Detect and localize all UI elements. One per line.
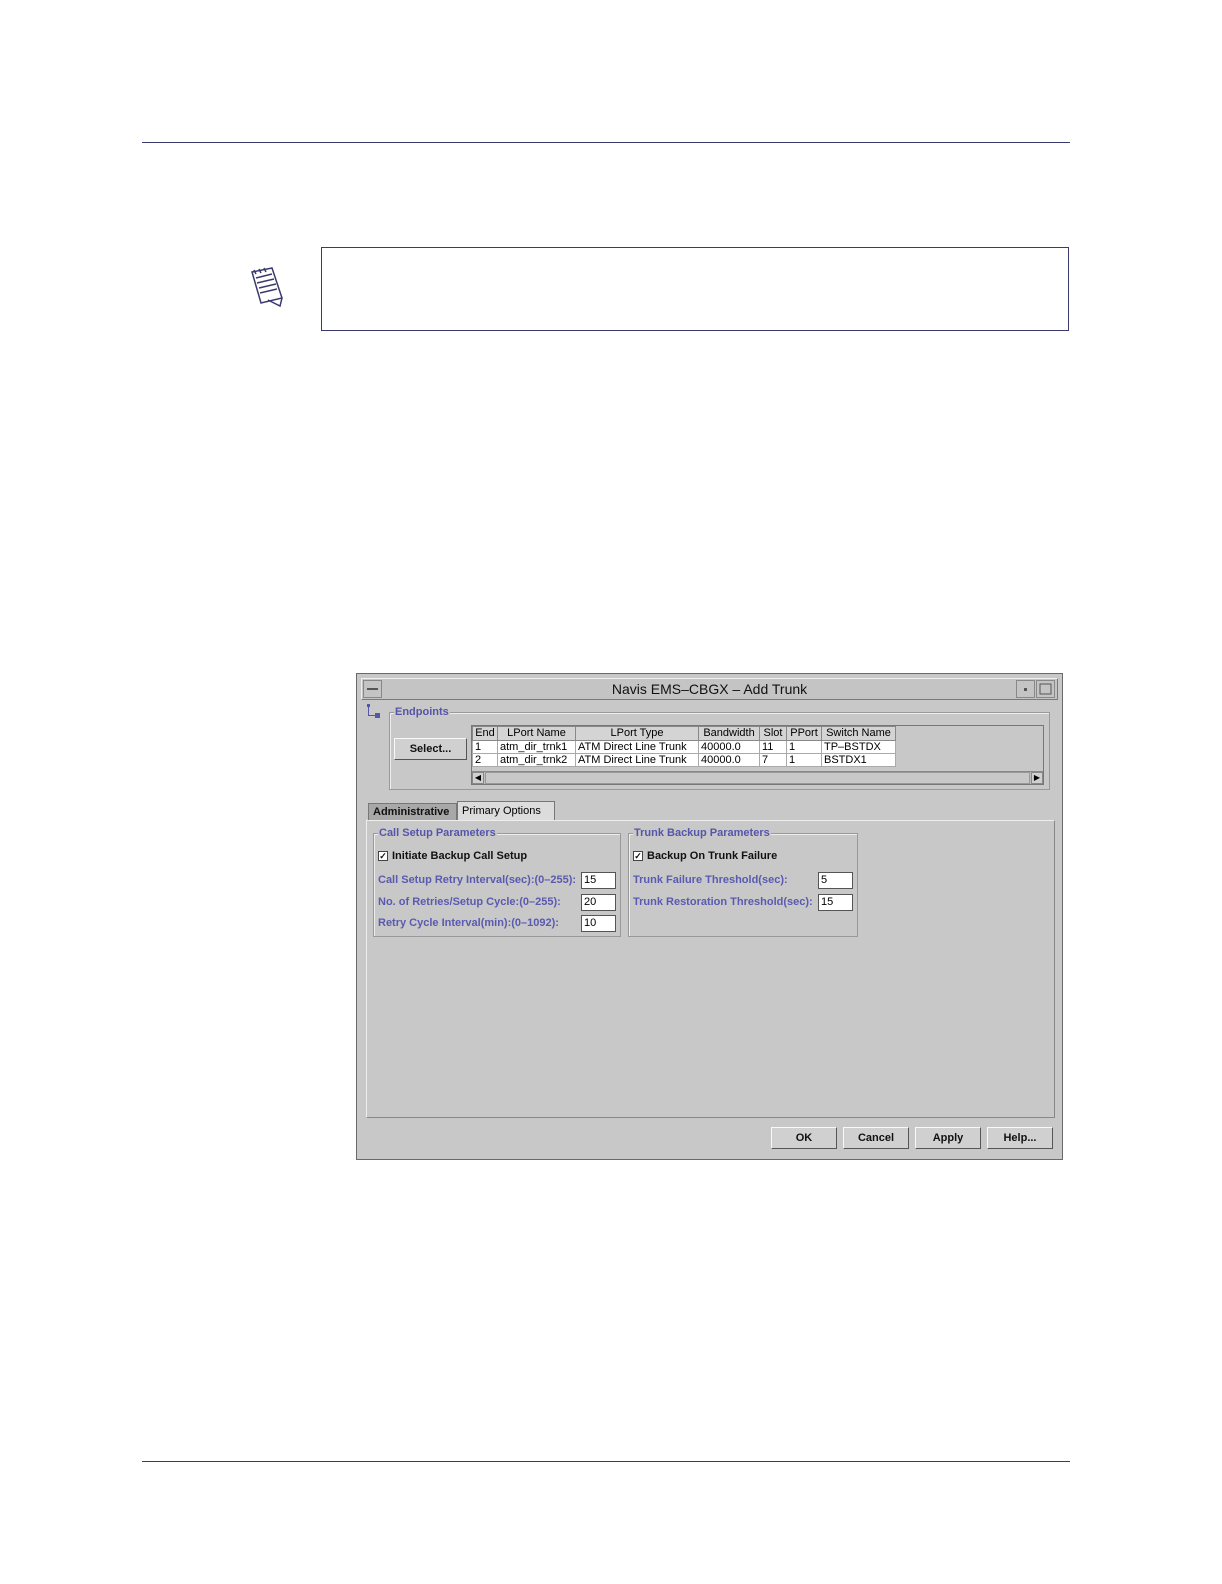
cell-switch-name: TP–BSTDX xyxy=(821,740,896,754)
maximize-button[interactable] xyxy=(1036,680,1055,698)
column-header-slot[interactable]: Slot xyxy=(759,726,787,741)
tree-icon xyxy=(366,704,382,720)
checkbox-checked-icon[interactable]: ✓ xyxy=(633,851,643,861)
note-box xyxy=(321,247,1069,331)
title-bar[interactable]: Navis EMS–CBGX – Add Trunk xyxy=(361,678,1058,700)
trunk-failure-threshold-label: Trunk Failure Threshold(sec): xyxy=(633,874,788,886)
tab-administrative[interactable]: Administrative xyxy=(368,803,457,820)
backup-on-trunk-failure-checkbox[interactable]: ✓ Backup On Trunk Failure xyxy=(633,850,777,862)
initiate-backup-call-setup-checkbox[interactable]: ✓ Initiate Backup Call Setup xyxy=(378,850,527,862)
endpoints-title: Endpoints xyxy=(394,705,450,719)
column-header-lport-name[interactable]: LPort Name xyxy=(497,726,576,741)
cell-lport-name: atm_dir_trnk2 xyxy=(497,753,576,767)
table-row[interactable]: 2 atm_dir_trnk2 ATM Direct Line Trunk 40… xyxy=(472,753,896,767)
cell-lport-type: ATM Direct Line Trunk xyxy=(575,740,699,754)
call-setup-parameters-group: Call Setup Parameters ✓ Initiate Backup … xyxy=(373,826,621,937)
checkbox-checked-icon[interactable]: ✓ xyxy=(378,851,388,861)
trunk-restoration-threshold-input[interactable]: 15 xyxy=(818,894,853,911)
select-button[interactable]: Select... xyxy=(394,738,467,760)
add-trunk-dialog: Navis EMS–CBGX – Add Trunk Endpoints Sel… xyxy=(356,673,1063,1160)
retries-per-cycle-label: No. of Retries/Setup Cycle:(0–255): xyxy=(378,896,561,908)
cell-switch-name: BSTDX1 xyxy=(821,753,896,767)
initiate-backup-label: Initiate Backup Call Setup xyxy=(392,850,528,862)
header-rule xyxy=(142,142,1070,143)
column-header-switch-name[interactable]: Switch Name xyxy=(821,726,896,741)
horizontal-scrollbar[interactable]: ◀ ▶ xyxy=(472,771,1043,784)
help-button[interactable]: Help... xyxy=(987,1127,1053,1149)
cancel-button[interactable]: Cancel xyxy=(843,1127,909,1149)
call-setup-title: Call Setup Parameters xyxy=(378,826,497,840)
scroll-left-icon[interactable]: ◀ xyxy=(472,772,484,784)
cell-bandwidth: 40000.0 xyxy=(698,753,760,767)
trunk-backup-title: Trunk Backup Parameters xyxy=(633,826,771,840)
tab-primary-options[interactable]: Primary Options xyxy=(457,801,555,820)
column-header-end[interactable]: End xyxy=(472,726,498,741)
footer-rule xyxy=(142,1461,1070,1462)
table-row[interactable]: 1 atm_dir_trnk1 ATM Direct Line Trunk 40… xyxy=(472,740,896,754)
cell-lport-type: ATM Direct Line Trunk xyxy=(575,753,699,767)
retry-cycle-interval-input[interactable]: 10 xyxy=(581,915,616,932)
cell-slot: 11 xyxy=(759,740,787,754)
cell-bandwidth: 40000.0 xyxy=(698,740,760,754)
retry-cycle-interval-label: Retry Cycle Interval(min):(0–1092): xyxy=(378,917,559,929)
cell-slot: 7 xyxy=(759,753,787,767)
cell-pport: 1 xyxy=(786,753,822,767)
column-header-lport-type[interactable]: LPort Type xyxy=(575,726,699,741)
ok-button[interactable]: OK xyxy=(771,1127,837,1149)
scroll-right-icon[interactable]: ▶ xyxy=(1031,772,1043,784)
column-header-bandwidth[interactable]: Bandwidth xyxy=(698,726,760,741)
retry-interval-input[interactable]: 15 xyxy=(581,872,616,889)
cell-pport: 1 xyxy=(786,740,822,754)
minimize-button[interactable] xyxy=(1016,680,1035,698)
apply-button[interactable]: Apply xyxy=(915,1127,981,1149)
endpoints-group: Endpoints Select... End LPort Name LPort… xyxy=(389,705,1050,790)
trunk-backup-parameters-group: Trunk Backup Parameters ✓ Backup On Trun… xyxy=(628,826,858,937)
trunk-restoration-threshold-label: Trunk Restoration Threshold(sec): xyxy=(633,896,813,908)
note-icon xyxy=(246,264,288,308)
cell-end: 2 xyxy=(472,753,498,767)
table-header-row: End LPort Name LPort Type Bandwidth Slot… xyxy=(472,726,896,741)
dialog-client: Endpoints Select... End LPort Name LPort… xyxy=(362,701,1057,1154)
endpoints-table: End LPort Name LPort Type Bandwidth Slot… xyxy=(471,725,1044,785)
column-header-pport[interactable]: PPort xyxy=(786,726,822,741)
cell-end: 1 xyxy=(472,740,498,754)
backup-on-failure-label: Backup On Trunk Failure xyxy=(647,850,778,862)
retry-interval-label: Call Setup Retry Interval(sec):(0–255): xyxy=(378,874,577,886)
trunk-failure-threshold-input[interactable]: 5 xyxy=(818,872,853,889)
window-title: Navis EMS–CBGX – Add Trunk xyxy=(611,681,808,697)
cell-lport-name: atm_dir_trnk1 xyxy=(497,740,576,754)
scroll-thumb[interactable] xyxy=(485,772,1030,784)
retries-per-cycle-input[interactable]: 20 xyxy=(581,894,616,911)
